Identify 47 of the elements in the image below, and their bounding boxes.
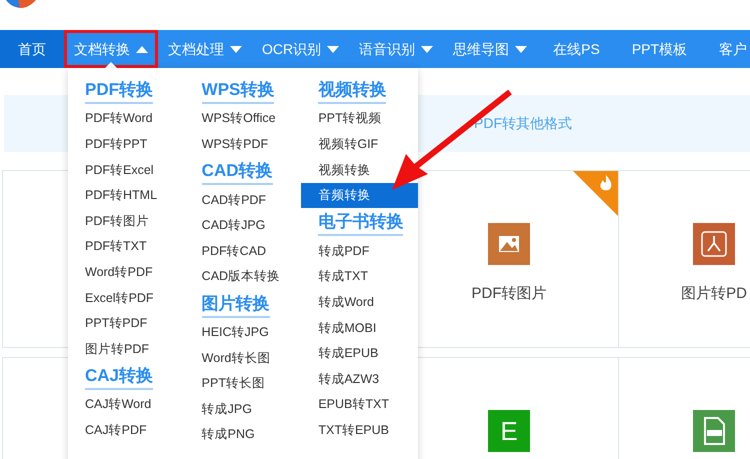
menu-item[interactable]: TXT转EPUB: [318, 420, 389, 440]
menu-item[interactable]: 音频转换: [301, 182, 418, 208]
menu-item[interactable]: 转成MOBI: [318, 318, 376, 338]
group-heading: PDF转换: [85, 78, 153, 104]
menu-item[interactable]: Word转长图: [202, 348, 270, 368]
menu-item[interactable]: CAJ转Word: [85, 395, 152, 414]
tool-card[interactable]: 图片转PD: [618, 170, 750, 348]
menu-item[interactable]: WPS转PDF: [202, 135, 268, 154]
menu-item[interactable]: PDF转PPT: [85, 135, 148, 154]
menu-item[interactable]: Word转PDF: [85, 262, 153, 282]
menu-item[interactable]: EPUB转TXT: [318, 395, 389, 414]
menu-item[interactable]: 转成PNG: [202, 425, 255, 444]
nav-item[interactable]: 首页: [0, 30, 64, 68]
menu-item[interactable]: PDF转CAD: [202, 242, 266, 261]
menu-item[interactable]: 转成TXT: [318, 267, 368, 286]
menu-item[interactable]: PDF转HTML: [85, 186, 158, 205]
menu-item[interactable]: HEIC转JPG: [202, 322, 269, 342]
card-label: 图片转PD: [681, 284, 747, 304]
menu-item[interactable]: PDF转TXT: [85, 237, 147, 256]
menu-item[interactable]: 转成EPUB: [318, 344, 378, 363]
menu-item[interactable]: Excel转PDF: [85, 288, 154, 308]
menu-item[interactable]: 图片转PDF: [85, 340, 149, 359]
menu-item[interactable]: PDF转图片: [85, 212, 149, 231]
group-heading: 图片转换: [202, 292, 270, 318]
menu-item[interactable]: PPT转PDF: [85, 314, 148, 333]
group-heading: CAD转换: [202, 159, 273, 186]
card-label: PDF转图片: [472, 284, 546, 304]
menu-item[interactable]: 视频转GIF: [318, 135, 378, 154]
menu-item[interactable]: 视频转换: [318, 160, 370, 180]
menu-item[interactable]: CAJ转PDF: [85, 420, 147, 440]
menu-item[interactable]: 转成AZW3: [318, 370, 380, 389]
menu-item[interactable]: 转成Word: [318, 292, 374, 312]
menu-item[interactable]: 转成JPG: [202, 400, 252, 419]
group-heading: CAJ转换: [85, 364, 154, 390]
menu-item[interactable]: PDF转Excel: [85, 160, 154, 180]
menu-item[interactable]: PPT转视频: [318, 109, 382, 128]
menu-item[interactable]: PDF转Word: [85, 109, 153, 128]
group-heading: 视频转换: [318, 78, 386, 104]
menu-item[interactable]: WPS转Office: [202, 109, 276, 128]
menu-item[interactable]: CAD转JPG: [202, 216, 266, 235]
menu-item[interactable]: PPT转长图: [202, 374, 265, 393]
menu-item[interactable]: CAD版本转换: [202, 267, 280, 286]
menu-item[interactable]: CAD转PDF: [202, 190, 266, 210]
menu-item[interactable]: 转成PDF: [318, 242, 370, 261]
spreadsheet-icon: E: [488, 410, 530, 452]
group-heading: WPS转换: [202, 78, 274, 104]
group-heading: 电子书转换: [318, 210, 404, 236]
